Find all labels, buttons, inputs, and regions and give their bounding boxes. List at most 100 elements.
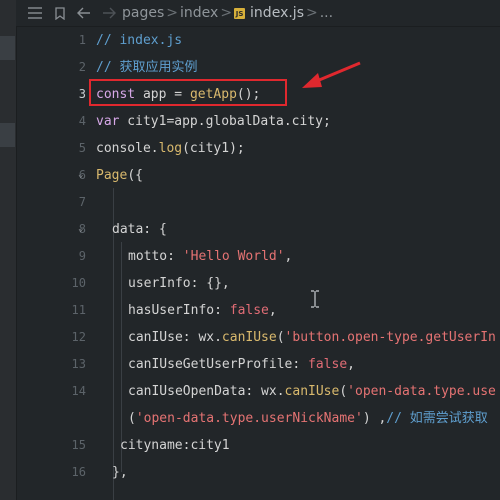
line-number: 7 [78,195,86,209]
code-line[interactable]: 6 ⌄ Page({ [16,162,500,189]
code-line[interactable]: 16}, [16,459,500,486]
code-token: // 如需尝试获取 [386,411,488,426]
activity-tab[interactable] [0,123,15,147]
code-token: log [158,141,183,156]
line-number: 2 [78,60,86,74]
breadcrumb-item-pages[interactable]: pages [122,5,164,21]
code-token: 'open-data.type.userNickName' [135,411,363,426]
code-text: console.log(city1); [96,135,245,162]
code-token: 'open-data.type.use [347,384,496,399]
code-text: ('open-data.type.userNickName') ,// 如需尝试… [128,405,488,432]
line-number: 1 [78,33,86,47]
code-line[interactable]: 7 [16,189,500,216]
js-file-icon: JS [234,7,246,19]
code-line[interactable]: 5 console.log(city1); [16,135,500,162]
line-number: 4 [78,114,86,128]
bookmark-icon[interactable] [48,0,72,26]
text-cursor-icon [311,290,319,308]
code-line[interactable]: 9 motto: 'Hello World', [16,243,500,270]
code-text: motto: 'Hello World', [128,243,292,270]
line-number: 16 [71,465,86,479]
code-text: }, [112,459,128,486]
code-text: var city1=app.globalData.city; [96,108,331,135]
code-token: data: { [112,222,167,237]
code-token: hasUserInfo: [128,303,230,318]
code-text: canIUse: wx.canIUse('button.open-type.ge… [128,324,496,351]
code-token: canIUse [221,330,277,345]
code-token: motto: [128,249,183,264]
line-number: 13 [71,357,86,371]
code-token: canIUse [284,384,340,399]
breadcrumb-item-file[interactable]: index.js [250,5,304,21]
breadcrumb-separator: > [166,5,178,21]
code-token: console. [96,141,159,156]
code-line[interactable]: 12 canIUse: wx.canIUse('button.open-type.… [16,324,500,351]
breadcrumb: pages > index > JS index.js > ... [122,5,333,21]
code-token: canIUseOpenData: wx. [128,384,285,399]
fold-chevron-icon[interactable]: ⌄ [78,216,88,243]
line-number: 10 [71,276,86,290]
line-number: 9 [78,249,86,263]
code-line[interactable]: ('open-data.type.userNickName') ,// 如需尝试… [16,405,500,432]
fold-chevron-icon[interactable]: ⌄ [78,162,88,189]
code-text: canIUseOpenData: wx.canIUse('open-data.t… [128,378,496,405]
code-token: false [308,357,348,372]
breadcrumb-separator: > [220,5,233,21]
code-text: // index.js [96,27,182,54]
code-token: , [347,357,355,372]
code-token: }, [112,465,128,480]
line-number: 5 [78,141,86,155]
code-token: canIUseGetUserProfile: [128,357,309,372]
code-line[interactable]: 8 ⌄ data: { [16,216,500,243]
code-line[interactable]: 1 // index.js [16,27,500,54]
activity-bar [0,0,17,500]
breadcrumb-item-more[interactable]: ... [320,5,333,21]
code-token: // index.js [96,33,183,48]
code-line[interactable]: 11 hasUserInfo: false, [16,297,500,324]
code-line[interactable]: 15 cityname:city1 [16,432,500,459]
code-token: ) , [362,411,387,426]
code-token: , [268,303,277,318]
code-line[interactable]: 13 canIUseGetUserProfile: false, [16,351,500,378]
code-token: // 获取应用实例 [96,60,198,75]
line-number: 14 [71,384,86,398]
code-text: // 获取应用实例 [96,54,197,81]
code-token: ( [339,384,348,399]
breadcrumb-item-index-folder[interactable]: index [180,5,218,21]
code-text: Page({ [96,162,143,189]
line-number: 12 [71,330,86,344]
activity-tab[interactable] [0,36,15,60]
code-token: ( [128,411,136,426]
code-token: false [229,303,269,318]
list-icon[interactable] [22,0,48,26]
code-token: userInfo: {}, [128,276,230,291]
line-number: 15 [71,438,86,452]
code-text: data: { [112,216,167,243]
code-text: canIUseGetUserProfile: false, [128,351,355,378]
code-text: userInfo: {}, [128,270,230,297]
breadcrumb-separator: > [305,5,318,21]
code-token: , [284,249,293,264]
code-token: 'Hello World' [182,249,285,264]
code-token: cityname:city1 [120,438,230,453]
line-number: 3 [78,87,86,101]
editor-toolbar: pages > index > JS index.js > ... [16,0,500,27]
back-arrow-icon[interactable] [72,0,96,26]
code-token: ( [276,330,285,345]
highlight-box [89,79,287,106]
code-line[interactable]: 4 var city1=app.globalData.city; [16,108,500,135]
code-token: Page [96,168,128,183]
code-token: city1=app.globalData.city; [119,114,331,129]
code-line[interactable]: 14 canIUseOpenData: wx.canIUse('open-data… [16,378,500,405]
code-token: canIUse: wx. [128,330,222,345]
code-token: 'button.open-type.getUserIn [284,330,496,345]
line-number: 11 [71,303,86,317]
code-text: cityname:city1 [120,432,230,459]
code-line[interactable]: 10 userInfo: {}, [16,270,500,297]
code-line[interactable]: 2 // 获取应用实例 [16,54,500,81]
annotation-arrow-icon [302,61,361,88]
code-token: var [96,114,120,129]
forward-arrow-icon[interactable] [96,0,122,26]
code-token: ({ [127,168,143,183]
code-token: (city1); [182,141,245,156]
